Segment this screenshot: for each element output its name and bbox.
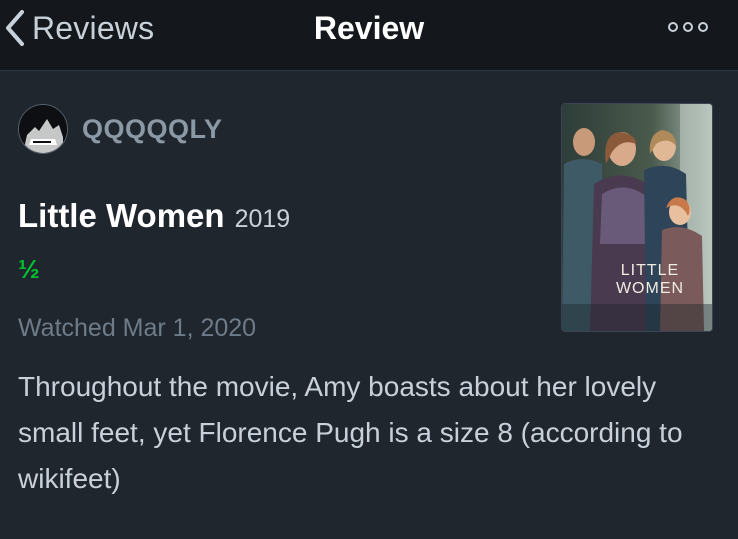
page-title: Review bbox=[313, 10, 425, 46]
watched-date: Watched Mar 1, 2020 bbox=[18, 314, 257, 342]
more-dot bbox=[683, 22, 693, 32]
avatar-image bbox=[19, 105, 67, 153]
film-poster[interactable]: LITTLE WOMEN bbox=[561, 103, 713, 332]
star-rating: ½ bbox=[18, 254, 40, 284]
film-year[interactable]: 2019 bbox=[235, 205, 291, 234]
film-title[interactable]: Little Women bbox=[18, 197, 225, 235]
poster-title: LITTLE WOMEN bbox=[615, 262, 685, 297]
navigation-bar: Reviews Review bbox=[0, 0, 738, 71]
review-text: Throughout the movie, Amy boasts about h… bbox=[18, 371, 683, 494]
avatar[interactable] bbox=[18, 104, 68, 154]
username[interactable]: QQQQQLY bbox=[82, 114, 223, 145]
more-options-icon[interactable] bbox=[668, 22, 708, 32]
film-heading[interactable]: Little Women 2019 bbox=[18, 197, 290, 235]
more-dot bbox=[698, 22, 708, 32]
reviewer-row[interactable]: QQQQQLY bbox=[18, 104, 223, 154]
more-dot bbox=[668, 22, 678, 32]
